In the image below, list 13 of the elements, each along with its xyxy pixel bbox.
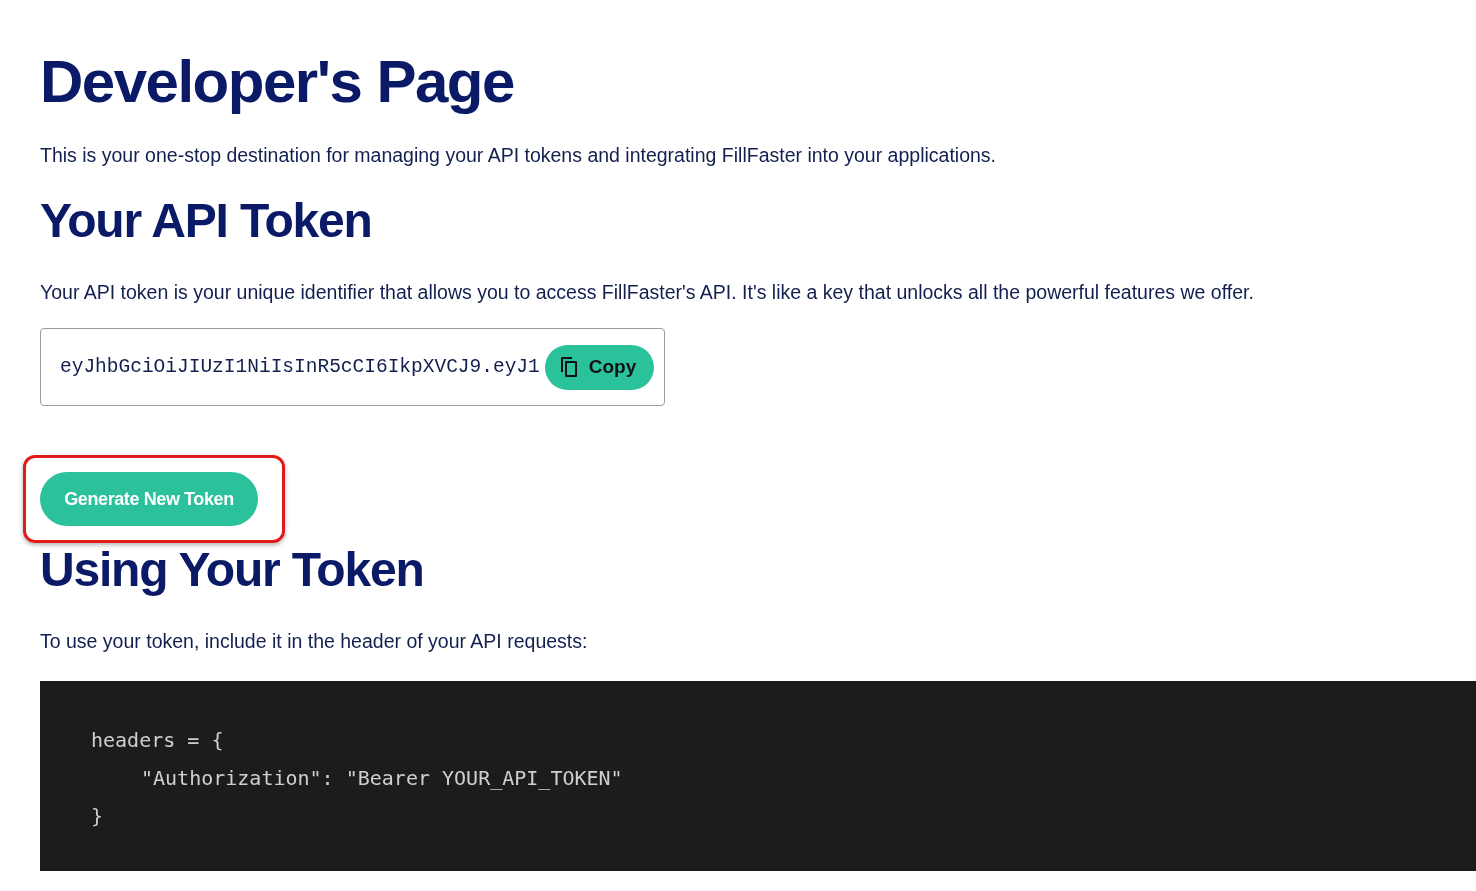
section-description: Your API token is your unique identifier that allows you to access FillFaster's API. It's like a key that unlocks all the powerful features we offer. <box>40 281 1255 304</box>
copy-button[interactable]: Copy <box>544 344 655 390</box>
code-line: "Authorization": "Bearer YOUR_API_TOKEN" <box>140 765 624 792</box>
code-line: headers = { <box>91 727 225 754</box>
section-heading: Using Your Token <box>40 542 425 598</box>
section-description: To use your token, include it in the header of your API requests: <box>40 630 589 653</box>
intro-text: This is your one-stop destination for managing your API tokens and integrating FillFaster into your applications. <box>40 144 997 167</box>
token-value: eyJhbGciOiJIUzI1NiIsInR5cCI6IkpXVCJ9.eyJ1 <box>60 356 540 378</box>
copy-icon <box>558 356 579 378</box>
code-line: } <box>91 803 105 830</box>
token-field[interactable]: eyJhbGciOiJIUzI1NiIsInR5cCI6IkpXVCJ9.eyJ1 Copy <box>40 328 665 406</box>
page-title: Developer's Page <box>40 47 515 117</box>
section-heading: Your API Token <box>40 193 373 249</box>
